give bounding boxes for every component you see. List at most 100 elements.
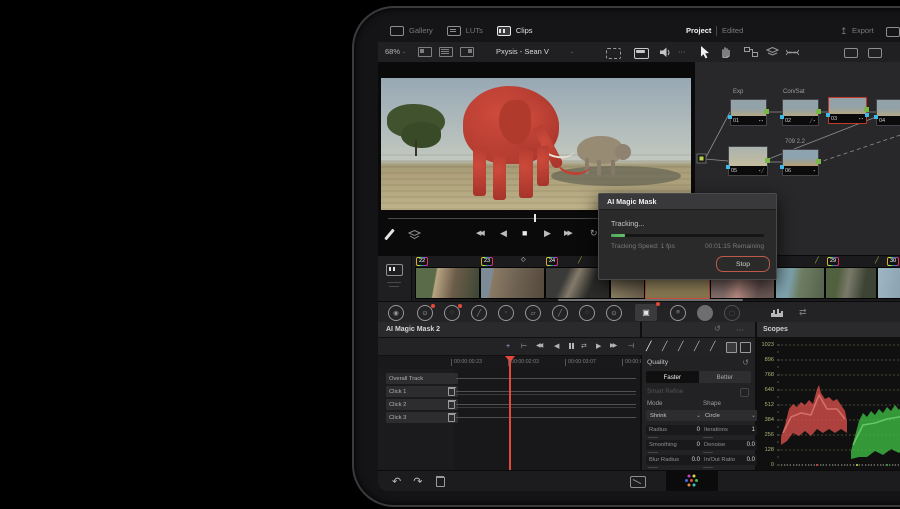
node-input-port[interactable] xyxy=(728,115,732,119)
settings-reset-icon[interactable]: ↺ xyxy=(714,325,721,333)
export-button[interactable]: Export xyxy=(852,27,874,35)
mark-out-button[interactable]: ⊣ xyxy=(628,343,634,350)
blur-icon[interactable]: ≡ xyxy=(670,305,686,321)
node-output-port[interactable] xyxy=(764,109,769,114)
clip-overlay-icon[interactable] xyxy=(634,48,649,59)
node-01[interactable]: 01▪▪ xyxy=(730,99,767,126)
clip-30-thumbnail[interactable] xyxy=(825,267,877,299)
speaker-icon[interactable] xyxy=(660,47,672,58)
param-blur-radius[interactable]: Blur Radius 0.0 xyxy=(646,455,703,465)
delete-track-icon[interactable] xyxy=(448,388,455,396)
param-slider[interactable] xyxy=(703,437,713,438)
viewer-more-menu[interactable]: ⋯ xyxy=(678,48,686,56)
viewer-playhead[interactable] xyxy=(534,214,536,222)
mixer-icon[interactable]: ⇄ xyxy=(799,308,807,317)
param-denoise[interactable]: Denoise 0.0 xyxy=(701,440,758,450)
hdr-wheels-icon[interactable]: ◌ xyxy=(444,305,460,321)
track-row-overall[interactable]: Overall Track xyxy=(386,373,458,384)
node-thumb-view-icon[interactable] xyxy=(844,48,858,58)
spline-tool-icon[interactable] xyxy=(786,48,799,57)
tracker-icon[interactable]: ╱ xyxy=(552,305,568,321)
loop-button[interactable]: ↻ xyxy=(590,228,598,239)
delete-track-icon[interactable] xyxy=(448,414,455,422)
node-key-port[interactable] xyxy=(865,113,869,117)
node-output-port[interactable] xyxy=(765,158,770,163)
cut-page-tab[interactable] xyxy=(630,476,646,488)
pause-tracking-button[interactable] xyxy=(569,343,574,349)
node-input-port[interactable] xyxy=(874,115,878,119)
track-forward-button[interactable]: ▶ xyxy=(596,343,601,350)
node-04[interactable]: 04▪ xyxy=(876,99,900,126)
layers-tool-icon[interactable] xyxy=(766,47,779,57)
eyedropper-icon[interactable] xyxy=(384,229,395,241)
open-fx-icon[interactable]: ▢ xyxy=(724,305,740,321)
color-warper-icon[interactable]: ⊙ xyxy=(417,305,433,321)
draw-pen-icon[interactable]: ╱ xyxy=(662,342,667,351)
node-input-port[interactable] xyxy=(826,113,830,117)
redo-button[interactable]: ↷ xyxy=(413,475,422,488)
mask-preview-toggle[interactable] xyxy=(726,342,737,353)
vignette-icon[interactable] xyxy=(697,305,713,321)
node-output-port[interactable] xyxy=(816,109,821,114)
clip-29-thumbnail[interactable] xyxy=(775,267,825,299)
clip-31-thumbnail[interactable] xyxy=(877,267,900,299)
transform-bbox-icon[interactable] xyxy=(606,48,621,59)
delete-track-icon[interactable] xyxy=(448,401,455,409)
histogram-icon[interactable] xyxy=(770,307,785,318)
view-grid-button[interactable] xyxy=(439,47,453,57)
clip-title[interactable]: Pxysis - Sean V xyxy=(496,48,549,56)
param-slider[interactable] xyxy=(648,467,658,468)
skip-end-button[interactable]: ▶▶ xyxy=(564,229,571,237)
mark-in-button[interactable]: ⊢ xyxy=(521,343,527,350)
tab-faster[interactable]: Faster xyxy=(646,371,699,383)
settings-more-menu[interactable]: ⋯ xyxy=(736,326,744,334)
color-page-tab-active[interactable] xyxy=(666,471,718,491)
magic-mask-tool-active[interactable]: ▣ xyxy=(635,304,657,321)
node-input-port[interactable] xyxy=(780,115,784,119)
draw-pen-icon[interactable]: ╱ xyxy=(710,342,715,351)
node-02[interactable]: 02╱▪ xyxy=(782,99,819,126)
track-to-end-button[interactable]: ▶▶ xyxy=(610,343,615,349)
tracker-playhead-marker[interactable] xyxy=(505,356,515,362)
stabilizer-icon[interactable]: ◌ xyxy=(579,305,595,321)
clip-23-thumbnail[interactable] xyxy=(480,267,545,299)
mask-overlay-toggle[interactable] xyxy=(740,342,751,353)
view-single-button[interactable] xyxy=(418,47,432,57)
param-slider[interactable] xyxy=(648,452,658,453)
project-label[interactable]: Project xyxy=(686,27,711,35)
param-iterations[interactable]: Iterations 1 xyxy=(701,425,758,435)
zoom-level-dropdown[interactable]: 68% xyxy=(385,48,400,56)
clip-22-thumbnail[interactable] xyxy=(415,267,480,299)
param-slider[interactable] xyxy=(648,437,658,438)
quality-reset-icon[interactable]: ↺ xyxy=(742,359,749,367)
clips-button[interactable]: Clips xyxy=(516,27,533,35)
param-smoothing[interactable]: Smoothing 0 xyxy=(646,440,703,450)
clips-filter-icon[interactable] xyxy=(386,264,403,276)
stop-tracking-button[interactable]: Stop xyxy=(716,256,770,272)
node-05[interactable]: 05▪╱ xyxy=(728,146,768,176)
curves-icon[interactable]: ╱ xyxy=(471,305,487,321)
node-output-port[interactable] xyxy=(864,107,869,112)
node-output-port[interactable] xyxy=(816,159,821,164)
undo-button[interactable]: ↶ xyxy=(392,475,401,488)
stop-button[interactable]: ■ xyxy=(522,228,527,238)
skip-start-button[interactable]: ◀◀ xyxy=(476,229,483,237)
draw-pen-active-icon[interactable]: ╱ xyxy=(646,342,651,351)
param-slider[interactable] xyxy=(703,452,713,453)
track-to-start-button[interactable]: ◀◀ xyxy=(536,343,541,349)
play-button[interactable]: ▶ xyxy=(544,228,551,239)
node-input-port[interactable] xyxy=(780,165,784,169)
track-bidirectional-button[interactable]: ⇄ xyxy=(581,343,587,350)
nodes-tool-icon[interactable] xyxy=(744,47,758,57)
tracker-playhead[interactable] xyxy=(509,357,511,470)
motion-effects-icon[interactable]: ⊙ xyxy=(606,305,622,321)
node-input-port[interactable] xyxy=(726,165,730,169)
add-tracker-point-button[interactable]: + xyxy=(506,343,510,350)
track-row-click1[interactable]: Click 1 xyxy=(386,386,458,397)
mode-dropdown[interactable]: Shrink ⌄ xyxy=(646,410,705,421)
node-03-selected[interactable]: 03▪▪ xyxy=(828,97,867,124)
qualifier-icon[interactable]: ◦ xyxy=(498,305,514,321)
node-06[interactable]: 06▪ xyxy=(782,149,819,176)
param-radius[interactable]: Radius 0 xyxy=(646,425,703,435)
color-wheels-icon[interactable]: ◉ xyxy=(388,305,404,321)
